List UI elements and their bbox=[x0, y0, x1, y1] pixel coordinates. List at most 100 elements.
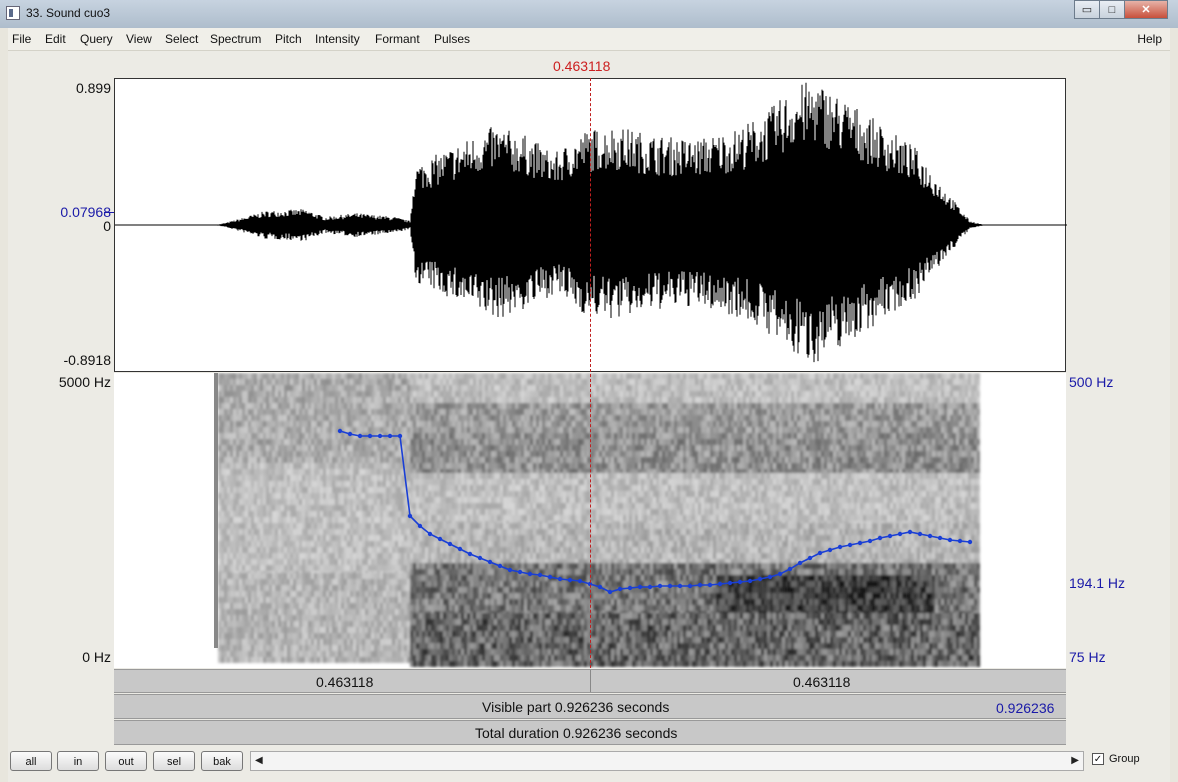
spectrogram-cell bbox=[458, 613, 461, 619]
spectrogram-cell bbox=[335, 553, 338, 559]
spectrogram-cell bbox=[350, 397, 353, 403]
spectrogram-cell bbox=[239, 457, 242, 463]
spectrogram-cell bbox=[362, 609, 365, 615]
spectrogram-cell bbox=[296, 529, 299, 535]
spectrogram-cell bbox=[224, 403, 227, 409]
spectrogram-cell bbox=[491, 655, 494, 661]
spectrogram-cell bbox=[248, 603, 251, 609]
spectrogram-cell bbox=[470, 605, 473, 611]
window-title-bar[interactable]: 33. Sound cuo3 ▭ □ ✕ bbox=[0, 0, 1178, 28]
spectrogram-cell bbox=[509, 397, 512, 403]
spectrogram-cell bbox=[509, 599, 512, 605]
spectrogram-cell bbox=[353, 517, 356, 523]
spectrogram-cell bbox=[344, 493, 347, 499]
spectrogram-cell bbox=[317, 427, 320, 433]
spectrogram-cell bbox=[506, 479, 509, 485]
spectrogram-cell bbox=[497, 605, 500, 611]
spectrogram-cell bbox=[497, 427, 500, 433]
spectrogram-cell bbox=[308, 457, 311, 463]
spectrogram-cell bbox=[242, 559, 245, 565]
menu-help[interactable]: Help bbox=[1137, 32, 1162, 46]
spectrogram-cell bbox=[248, 657, 251, 663]
spectrogram-cell bbox=[425, 445, 428, 451]
spectrogram-cell bbox=[395, 475, 398, 481]
spectrogram-cell bbox=[404, 439, 407, 445]
spectrogram-cell bbox=[488, 445, 491, 451]
spectrogram-cell bbox=[488, 439, 491, 445]
spectrogram-cell bbox=[509, 523, 512, 529]
spectrogram-cell bbox=[455, 529, 458, 535]
spectrogram-cell bbox=[284, 487, 287, 493]
menu-intensity[interactable]: Intensity bbox=[315, 32, 360, 46]
spectrogram-cell bbox=[242, 445, 245, 451]
spectrogram-cell bbox=[422, 415, 425, 421]
spectrogram-cell bbox=[368, 633, 371, 639]
spectrogram-cell bbox=[356, 397, 359, 403]
spectrogram-cell bbox=[299, 651, 302, 657]
menu-spectrum[interactable]: Spectrum bbox=[210, 32, 261, 46]
spectrogram-cell bbox=[374, 547, 377, 553]
spectrogram-cell bbox=[263, 541, 266, 547]
minimize-button[interactable]: ▭ bbox=[1074, 0, 1100, 19]
spectrogram-cell bbox=[251, 451, 254, 457]
menu-select[interactable]: Select bbox=[165, 32, 198, 46]
spectrogram-cell bbox=[284, 585, 287, 591]
spectrogram-cell bbox=[254, 535, 257, 541]
spectrogram-cell bbox=[422, 599, 425, 605]
spectrogram-cell bbox=[272, 409, 275, 415]
spectrogram-cell bbox=[272, 457, 275, 463]
spectrogram-cell bbox=[338, 657, 341, 663]
spectrogram-cell bbox=[362, 657, 365, 663]
close-button[interactable]: ✕ bbox=[1124, 0, 1168, 19]
spectrogram-cell bbox=[437, 625, 440, 631]
editor-window: File Edit Query View Select Spectrum Pit… bbox=[8, 28, 1170, 782]
spectrogram-cell bbox=[305, 523, 308, 529]
menu-file[interactable]: File bbox=[12, 32, 31, 46]
spectrogram-cell bbox=[332, 403, 335, 409]
spectrogram-cell bbox=[482, 643, 485, 649]
spectrogram-cell bbox=[470, 563, 473, 569]
spectrogram-cell bbox=[503, 593, 506, 599]
spectrogram-cell bbox=[419, 379, 422, 385]
spectrogram-cell bbox=[512, 433, 515, 439]
spectrogram-cell bbox=[467, 535, 470, 541]
spectrogram-cell bbox=[284, 591, 287, 597]
spectrogram-cell bbox=[302, 505, 305, 511]
spectrogram-cell bbox=[233, 505, 236, 511]
spectrogram-cell bbox=[458, 593, 461, 599]
spectrogram-cell bbox=[353, 391, 356, 397]
spectrogram-cell bbox=[356, 559, 359, 565]
menu-pitch[interactable]: Pitch bbox=[275, 32, 302, 46]
spectrogram-cell bbox=[323, 553, 326, 559]
spectrogram-cell bbox=[371, 573, 374, 579]
spectrogram-cell bbox=[443, 385, 446, 391]
spectrogram-cell bbox=[410, 403, 413, 409]
spectrogram-cell bbox=[422, 409, 425, 415]
menu-view[interactable]: View bbox=[126, 32, 152, 46]
spectrogram-cell bbox=[353, 475, 356, 481]
spectrogram-cell bbox=[434, 631, 437, 637]
spectrogram-cell bbox=[410, 485, 413, 491]
spectrogram-cell bbox=[497, 439, 500, 445]
spectrogram-cell bbox=[284, 573, 287, 579]
menu-formant[interactable]: Formant bbox=[375, 32, 420, 46]
spectrogram-cell bbox=[446, 439, 449, 445]
spectrogram-cell bbox=[263, 573, 266, 579]
spectrogram-cell bbox=[326, 505, 329, 511]
spectrogram-cell bbox=[242, 505, 245, 511]
spectrogram-cell bbox=[515, 509, 518, 515]
spectrogram-cell bbox=[317, 633, 320, 639]
spectrogram-cell bbox=[413, 593, 416, 599]
spectrogram-cell bbox=[311, 415, 314, 421]
spectrogram-cell bbox=[344, 391, 347, 397]
spectrogram-cell bbox=[401, 633, 404, 639]
spectrogram-cell bbox=[218, 559, 221, 565]
menu-edit[interactable]: Edit bbox=[45, 32, 66, 46]
spectrogram-cell bbox=[290, 565, 293, 571]
menu-pulses[interactable]: Pulses bbox=[434, 32, 470, 46]
menu-query[interactable]: Query bbox=[80, 32, 113, 46]
spectrogram-cell bbox=[266, 421, 269, 427]
spectrogram-cell bbox=[386, 585, 389, 591]
maximize-button[interactable]: □ bbox=[1099, 0, 1125, 19]
spectrogram-cell bbox=[287, 433, 290, 439]
